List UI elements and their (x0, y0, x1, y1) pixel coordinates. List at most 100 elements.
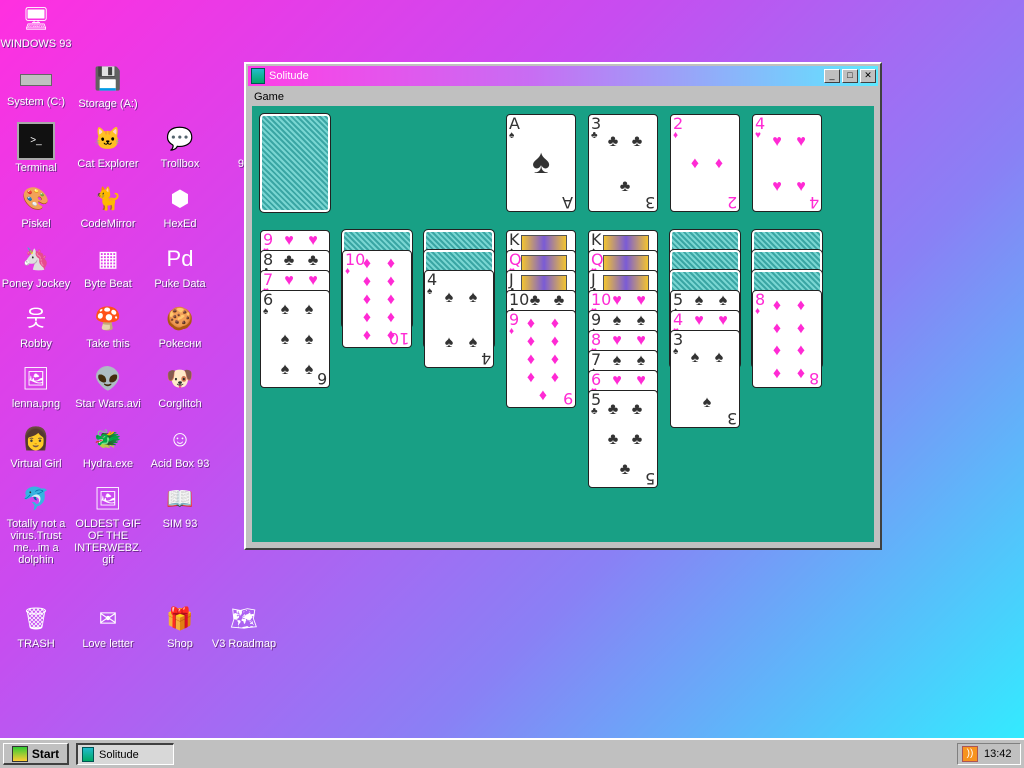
desktop-icon-glyph: ☺ (168, 426, 192, 451)
desktop-icon[interactable]: 🖼 OLDEST GIF OF THE INTERWEBZ.gif (72, 482, 144, 566)
card-suit-icon: ♦ (755, 306, 761, 317)
desktop-icon[interactable]: 👩 Virtual Girl (0, 422, 72, 470)
card-pips: ♥ ♥ (612, 372, 646, 389)
desktop-icon[interactable]: 🐲 Hydra.exe (72, 422, 144, 470)
window-titlebar[interactable]: Solitude _ □ ✕ (248, 66, 878, 86)
desktop-icon-label: V3 Roadmap (211, 638, 277, 650)
card-suit-icon: ♦ (509, 326, 515, 337)
desktop-icon-glyph: 🍄 (94, 306, 122, 331)
desktop-icon-label: OLDEST GIF OF THE INTERWEBZ.gif (74, 518, 142, 566)
playing-card[interactable]: 5 ♣ 5 ♣ ♣ ♣ ♣ ♣ (588, 390, 658, 488)
desktop-icon[interactable]: System (C:) (0, 62, 72, 108)
card-pips: ♠ ♠ ♠ ♠ (444, 288, 478, 351)
taskbar-item-label: Solitude (99, 748, 139, 761)
desktop-icon[interactable]: 🐱 Cat Explorer (72, 122, 144, 170)
desktop-icon-label: Storage (A:) (78, 98, 138, 110)
desktop-icon[interactable]: 🖥 WINDOWS 93 (0, 2, 72, 50)
card-suit-icon: ♦ (345, 266, 351, 277)
desktop-icon-label: Cat Explorer (77, 158, 139, 170)
card-suit-icon: ♣ (591, 406, 598, 417)
desktop-icon-glyph: 🖼 (22, 366, 50, 391)
maximize-button[interactable]: □ (842, 69, 858, 83)
start-label: Start (31, 746, 60, 761)
desktop-icon[interactable]: 📖 SIM 93 (144, 482, 216, 530)
desktop-icon[interactable]: 웃 Robby (0, 302, 72, 350)
desktop-icon-label: Poney Jockey (1, 278, 71, 290)
solitude-window[interactable]: Solitude _ □ ✕ Game A ♠ A ♠ 3 ♣ 3 ♣ ♣ ♣ 2 ♦ 2 ♦ ♦ 4 ♥ 4 ♥ ♥… (244, 62, 882, 550)
desktop-icon[interactable]: ▦ Byte Beat (72, 242, 144, 290)
desktop-icon[interactable]: 💾 Storage (A:) (72, 62, 144, 110)
desktop-icon[interactable]: 🎨 Piskel (0, 182, 72, 230)
card-pips: ♠ ♠ (694, 292, 728, 309)
card-pips: ♥ ♥ (284, 272, 318, 289)
desktop-icon[interactable]: 🍪 Pokeсни (144, 302, 216, 350)
card-pips: ♥ ♥ ♥ ♥ (772, 132, 806, 195)
card-pips (605, 233, 653, 249)
desktop-icon-glyph: 🐲 (94, 426, 122, 451)
playing-card[interactable]: 2 ♦ 2 ♦ ♦ (670, 114, 740, 212)
stock-pile[interactable] (259, 113, 331, 213)
desktop-icon[interactable]: 🦄 Poney Jockey (0, 242, 72, 290)
desktop-icon[interactable]: Pd Puke Data (144, 242, 216, 290)
card-pips: ♠ ♠ ♠ ♠ ♠ ♠ (280, 301, 314, 378)
card-pips: ♦ ♦ ♦ ♦ ♦ ♦ ♦ ♦ ♦ ♦ (362, 255, 396, 344)
desktop-icon[interactable]: 🐬 Totally not a virus.Trust me...im a dol… (0, 482, 72, 566)
desktop-icon[interactable]: ✉ Love letter (72, 602, 144, 650)
desktop-icon-label: Shop (167, 638, 193, 650)
desktop-icon-label: Byte Beat (84, 278, 132, 290)
menu-game[interactable]: Game (248, 91, 290, 103)
playing-card[interactable]: 3 ♠ 3 ♠ ♠ ♠ (670, 330, 740, 428)
taskbar-item-solitude[interactable]: Solitude (76, 743, 174, 765)
card-suit-icon: ♠ (509, 130, 515, 141)
desktop-icon-label: Trollbox (160, 158, 200, 170)
desktop-icon-label: Puke Data (154, 278, 206, 290)
desktop-icon[interactable]: >_ Terminal (0, 122, 72, 174)
desktop-icon-glyph: 💾 (94, 66, 122, 91)
playing-card[interactable]: 4 ♠ 4 ♠ ♠ ♠ ♠ (424, 270, 494, 368)
desktop-icon-glyph: Pd (166, 246, 194, 271)
desktop-icon-label: Piskel (21, 218, 51, 230)
desktop-icon-glyph: 웃 (25, 306, 47, 331)
card-suit-icon: ♠ (427, 286, 433, 297)
desktop-icon[interactable]: 🖼 lenna.png (0, 362, 72, 410)
playing-card[interactable]: 8 ♦ 8 ♦ ♦ ♦ ♦ ♦ ♦ ♦ ♦ (752, 290, 822, 388)
card-suit-icon: ♦ (673, 130, 679, 141)
desktop-icon[interactable]: 💬 Trollbox (144, 122, 216, 170)
card-pips: ♦ ♦ ♦ ♦ ♦ ♦ ♦ ♦ ♦ (526, 315, 560, 404)
desktop-icon[interactable]: 🐈 CodeMirror (72, 182, 144, 230)
desktop-icon[interactable]: ⬢ HexEd (144, 182, 216, 230)
close-button[interactable]: ✕ (860, 69, 876, 83)
desktop-icon[interactable]: 🗺 V3 Roadmap (208, 602, 280, 650)
desktop-icon-glyph: 🎁 (166, 606, 194, 631)
desktop-icon[interactable]: 🐶 Corglitch (144, 362, 216, 410)
desktop-icon-label: Terminal (15, 162, 57, 174)
desktop-icon[interactable]: 🗑 TRASH (0, 602, 72, 650)
playing-card[interactable]: A ♠ A ♠ (506, 114, 576, 212)
game-table: A♠A♠3♣3♣♣♣2♦2♦♦4♥4♥♥♥♥9♥♥♥8♣♣♣7♥♥♥6♠6♠♠♠… (252, 106, 874, 542)
card-pips: ♥ ♥ (612, 332, 646, 349)
desktop-icon[interactable]: 🎁 Shop (144, 602, 216, 650)
card-center-suit-icon: ♠ (531, 143, 551, 181)
playing-card[interactable]: 9 ♦ 9 ♦ ♦ ♦ ♦ ♦ ♦ ♦ ♦ ♦ (506, 310, 576, 408)
card-rank-bottom: A (562, 193, 573, 212)
desktop-icon-glyph: 🐬 (22, 486, 50, 511)
desktop-icon-glyph: 👽 (94, 366, 122, 391)
card-suit-icon: ♥ (755, 130, 761, 141)
minimize-button[interactable]: _ (824, 69, 840, 83)
desktop-icon-glyph: 🦄 (22, 246, 50, 271)
desktop-icon-label: WINDOWS 93 (0, 38, 72, 50)
playing-card[interactable]: 4 ♥ 4 ♥ ♥ ♥ ♥ (752, 114, 822, 212)
desktop-icon[interactable]: ☺ Acid Box 93 (144, 422, 216, 470)
taskbar: Start Solitude )) 13:42 (0, 738, 1024, 768)
playing-card[interactable]: 10 ♦ 10 ♦ ♦ ♦ ♦ ♦ ♦ ♦ ♦ ♦ ♦ (342, 250, 412, 348)
window-title: Solitude (269, 70, 309, 82)
start-button[interactable]: Start (3, 743, 69, 765)
desktop-icon[interactable]: 👽 Star Wars.avi (72, 362, 144, 410)
playing-card[interactable]: 6 ♠ 6 ♠ ♠ ♠ ♠ ♠ ♠ (260, 290, 330, 388)
desktop-icon-glyph: 🍪 (166, 306, 194, 331)
playing-card[interactable]: 3 ♣ 3 ♣ ♣ ♣ (588, 114, 658, 212)
rss-icon[interactable]: )) (962, 746, 978, 762)
solitude-app-icon (251, 68, 265, 84)
desktop-icon-label: Virtual Girl (10, 458, 62, 470)
desktop-icon[interactable]: 🍄 Take this (72, 302, 144, 350)
